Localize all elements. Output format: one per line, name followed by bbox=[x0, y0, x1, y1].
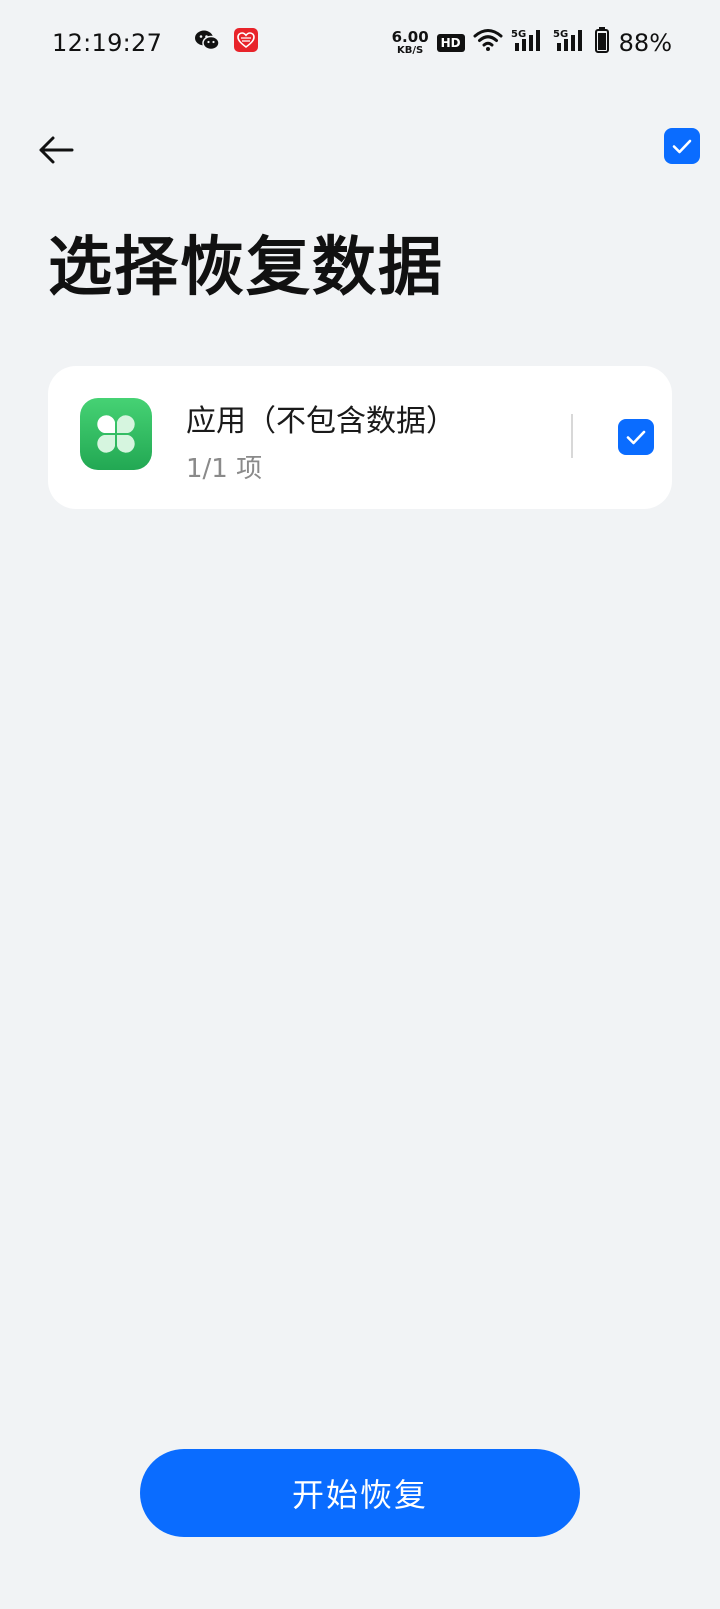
red-app-icon bbox=[234, 28, 259, 58]
select-all-checkbox[interactable] bbox=[664, 128, 700, 164]
status-bar: 12:19:27 6.00 KB/S HD 5G 5G 88% bbox=[0, 0, 720, 86]
start-restore-button[interactable]: 开始恢复 bbox=[140, 1449, 580, 1537]
back-arrow-icon bbox=[39, 136, 74, 164]
battery-icon bbox=[594, 27, 609, 59]
item-checkbox[interactable] bbox=[618, 419, 654, 455]
top-app-bar bbox=[0, 120, 720, 180]
back-button[interactable] bbox=[32, 126, 80, 174]
battery-percent: 88% bbox=[618, 29, 672, 57]
svg-text:5G: 5G bbox=[553, 29, 568, 40]
list-item[interactable]: 应用（不包含数据） 1/1 项 bbox=[48, 366, 672, 509]
item-text: 应用（不包含数据） 1/1 项 bbox=[186, 396, 456, 485]
hd-badge: HD bbox=[436, 34, 465, 52]
divider bbox=[571, 414, 573, 458]
page-title: 选择恢复数据 bbox=[48, 231, 444, 305]
network-speed-unit: KB/S bbox=[397, 45, 424, 56]
svg-text:5G: 5G bbox=[511, 29, 526, 40]
signal-5g-icon-1: 5G bbox=[511, 27, 545, 59]
notification-icons bbox=[194, 28, 259, 58]
restore-data-screen: 12:19:27 6.00 KB/S HD 5G 5G 88% 选择恢复数据 应… bbox=[0, 0, 720, 1609]
checkmark-icon bbox=[672, 139, 692, 154]
wechat-icon bbox=[194, 28, 220, 58]
network-speed: 6.00 KB/S bbox=[392, 30, 429, 56]
app-grid-icon bbox=[80, 398, 152, 470]
status-time: 12:19:27 bbox=[52, 29, 163, 57]
network-speed-value: 6.00 bbox=[391, 28, 429, 46]
item-count: 1/1 项 bbox=[186, 454, 263, 484]
checkmark-icon bbox=[626, 430, 646, 445]
signal-5g-icon-2: 5G bbox=[553, 27, 587, 59]
status-indicators: 6.00 KB/S HD 5G 5G 88% bbox=[392, 27, 672, 59]
wifi-icon bbox=[473, 28, 503, 58]
item-title: 应用（不包含数据） bbox=[186, 404, 456, 439]
